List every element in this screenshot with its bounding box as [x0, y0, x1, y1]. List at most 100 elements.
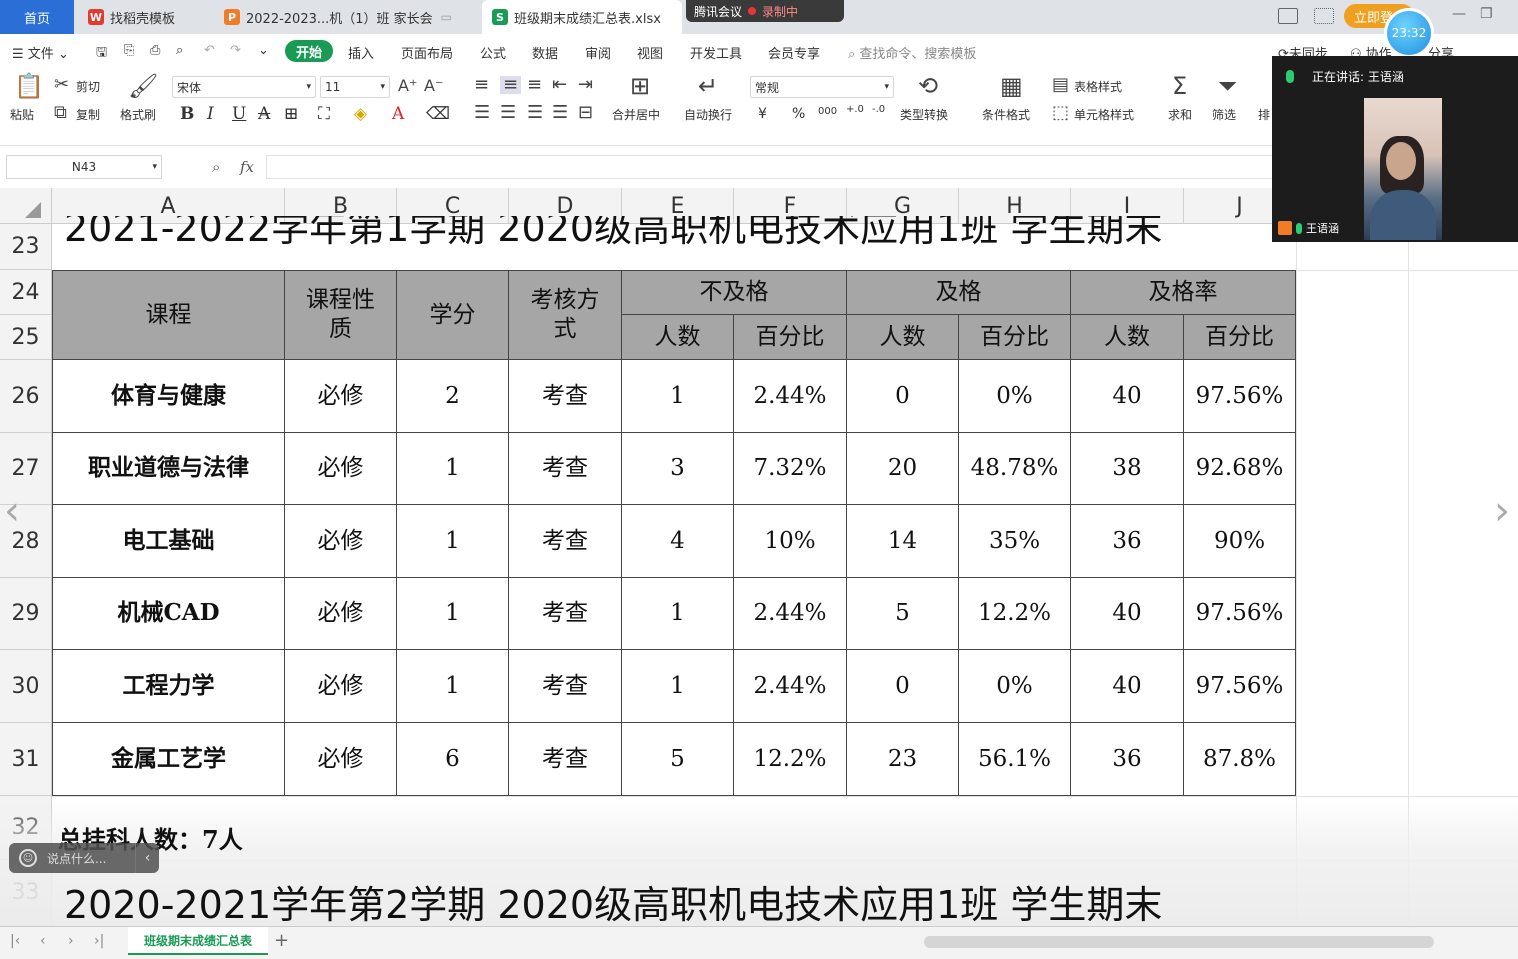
number-format-select[interactable]: 常规 ▾	[750, 76, 894, 98]
increase-decimal-icon[interactable]: +.0	[846, 104, 864, 115]
cell-rate-n[interactable]: 36	[1071, 505, 1184, 578]
cell-pass-p[interactable]: 48.78%	[959, 433, 1071, 505]
cell-fail-n[interactable]: 1	[622, 360, 734, 433]
thousands-icon[interactable]: 000	[818, 106, 837, 117]
zoom-icon[interactable]: ⌕	[212, 158, 220, 176]
align-bottom-icon[interactable]: ≡	[527, 76, 542, 94]
menu-page-layout[interactable]: 页面布局	[401, 43, 453, 62]
header-fail-count[interactable]: 人数	[622, 315, 734, 360]
cell-fail-p[interactable]: 10%	[734, 505, 847, 578]
tab-ppt-parent-meeting[interactable]: P 2022-2023...机（1）班 家长会 ▭	[214, 0, 476, 34]
cell-course[interactable]: 电工基础	[52, 505, 285, 578]
header-rate-percent[interactable]: 百分比	[1184, 315, 1296, 360]
cell-rate-p[interactable]: 92.68%	[1184, 433, 1296, 505]
indent-decrease-icon[interactable]: ⇤	[552, 76, 567, 94]
header-course[interactable]: 课程	[52, 270, 285, 360]
align-top-icon[interactable]: ≡	[474, 76, 489, 94]
cell-credit[interactable]: 1	[397, 505, 509, 578]
cell-fail-n[interactable]: 1	[622, 650, 734, 723]
header-nature[interactable]: 课程性质	[285, 270, 397, 360]
type-convert-button[interactable]: 类型转换	[900, 106, 948, 123]
header-pass-rate[interactable]: 及格率	[1071, 270, 1296, 315]
conditional-format-icon[interactable]: ▦	[1000, 74, 1023, 98]
cell-rate-p[interactable]: 90%	[1184, 505, 1296, 578]
row-header-30[interactable]: 30	[0, 650, 52, 723]
increase-font-icon[interactable]: A⁺	[398, 78, 417, 94]
decrease-decimal-icon[interactable]: -.0	[872, 104, 885, 115]
select-all-corner[interactable]	[0, 188, 52, 224]
menu-file[interactable]: ☰ 文件 ⌄	[12, 43, 69, 62]
fx-icon[interactable]: fx	[240, 158, 254, 176]
italic-icon[interactable]: I	[207, 104, 214, 124]
convert-icon[interactable]: ⟲	[918, 74, 938, 98]
fill-color-icon[interactable]: ◈	[354, 104, 367, 124]
row-header-23[interactable]: 23	[0, 224, 52, 270]
format-painter-icon[interactable]: 🖌	[128, 74, 158, 98]
row-header-31[interactable]: 31	[0, 723, 52, 796]
chevron-right-icon[interactable]: ›	[1494, 488, 1510, 534]
cell-nature[interactable]: 必修	[285, 650, 397, 723]
next-sheet-icon[interactable]: ›	[68, 933, 74, 949]
merge-center-button[interactable]: 合并居中	[612, 106, 660, 123]
bold-icon[interactable]: B	[180, 104, 194, 124]
cell-nature[interactable]: 必修	[285, 433, 397, 505]
scissors-icon[interactable]: ✂	[54, 76, 69, 94]
menu-view[interactable]: 视图	[637, 43, 663, 62]
chevron-left-icon[interactable]: ‹	[4, 488, 20, 534]
meeting-status-pill[interactable]: 腾讯会议 录制中	[686, 0, 844, 22]
cell-fail-p[interactable]: 7.32%	[734, 433, 847, 505]
cell-rate-n[interactable]: 40	[1071, 360, 1184, 433]
spreadsheet-grid[interactable]: A B C D E F G H I J 23 24 25 26 27 28 29…	[0, 188, 1518, 926]
paste-button[interactable]: 粘贴	[10, 106, 34, 123]
cell-course[interactable]: 职业道德与法律	[52, 433, 285, 505]
header-fail[interactable]: 不及格	[622, 270, 847, 315]
table-style-button[interactable]: 表格样式	[1074, 78, 1122, 95]
align-right-icon[interactable]: ☰	[527, 104, 543, 122]
cell-pass-n[interactable]: 0	[847, 650, 959, 723]
tab-home[interactable]: 首页	[0, 0, 74, 34]
indent-increase-icon[interactable]: ⇥	[578, 76, 593, 94]
wrap-text-button[interactable]: 自动换行	[684, 106, 732, 123]
cell-pass-p[interactable]: 56.1%	[959, 723, 1071, 796]
strikethrough-icon[interactable]: A	[258, 104, 270, 124]
cut-button[interactable]: 剪切	[76, 78, 100, 95]
restore-icon[interactable]: ❐	[1480, 6, 1493, 22]
border-icon[interactable]: ⊞	[284, 104, 298, 124]
align-left-icon[interactable]: ☰	[474, 104, 490, 122]
cell-fail-p[interactable]: 2.44%	[734, 578, 847, 650]
cell-exam[interactable]: 考查	[509, 650, 622, 723]
table-style-icon[interactable]: ▤	[1052, 76, 1069, 94]
header-fail-percent[interactable]: 百分比	[734, 315, 847, 360]
wrap-text-icon[interactable]: ↵	[698, 74, 718, 98]
align-middle-icon[interactable]: ≡	[500, 76, 522, 94]
row-header-24[interactable]: 24	[0, 270, 52, 315]
tab-docer-templates[interactable]: W 找稻壳模板	[78, 0, 208, 34]
minimize-icon[interactable]: —	[1452, 6, 1466, 22]
cell-course[interactable]: 工程力学	[52, 650, 285, 723]
header-rate-count[interactable]: 人数	[1071, 315, 1184, 360]
first-sheet-icon[interactable]: |‹	[10, 933, 20, 949]
font-name-select[interactable]: 宋体 ▾	[172, 76, 316, 98]
cell-pass-p[interactable]: 0%	[959, 650, 1071, 723]
header-exam[interactable]: 考核方式	[509, 270, 622, 360]
row-header-26[interactable]: 26	[0, 360, 52, 433]
cell-nature[interactable]: 必修	[285, 723, 397, 796]
distribute-icon[interactable]: ⊟	[578, 104, 593, 122]
sum-button[interactable]: 求和	[1168, 106, 1192, 123]
cell-fail-p[interactable]: 2.44%	[734, 650, 847, 723]
cell-credit[interactable]: 1	[397, 650, 509, 723]
cell-pass-p[interactable]: 35%	[959, 505, 1071, 578]
menu-member[interactable]: 会员专享	[768, 43, 820, 62]
cell-fail-n[interactable]: 4	[622, 505, 734, 578]
cell-pass-n[interactable]: 5	[847, 578, 959, 650]
filter-icon[interactable]: ⏷	[1218, 74, 1237, 98]
cell-exam[interactable]: 考查	[509, 433, 622, 505]
cell-course[interactable]: 体育与健康	[52, 360, 285, 433]
align-center-icon[interactable]: ☰	[500, 104, 516, 122]
row-header-25[interactable]: 25	[0, 315, 52, 360]
cell-style-icon[interactable]: ⬚	[1052, 104, 1069, 122]
font-color-icon[interactable]: A	[392, 104, 404, 124]
menu-developer[interactable]: 开发工具	[690, 43, 742, 62]
paste-icon[interactable]: 📋	[14, 74, 44, 98]
smile-icon[interactable]: ☺	[19, 849, 37, 867]
